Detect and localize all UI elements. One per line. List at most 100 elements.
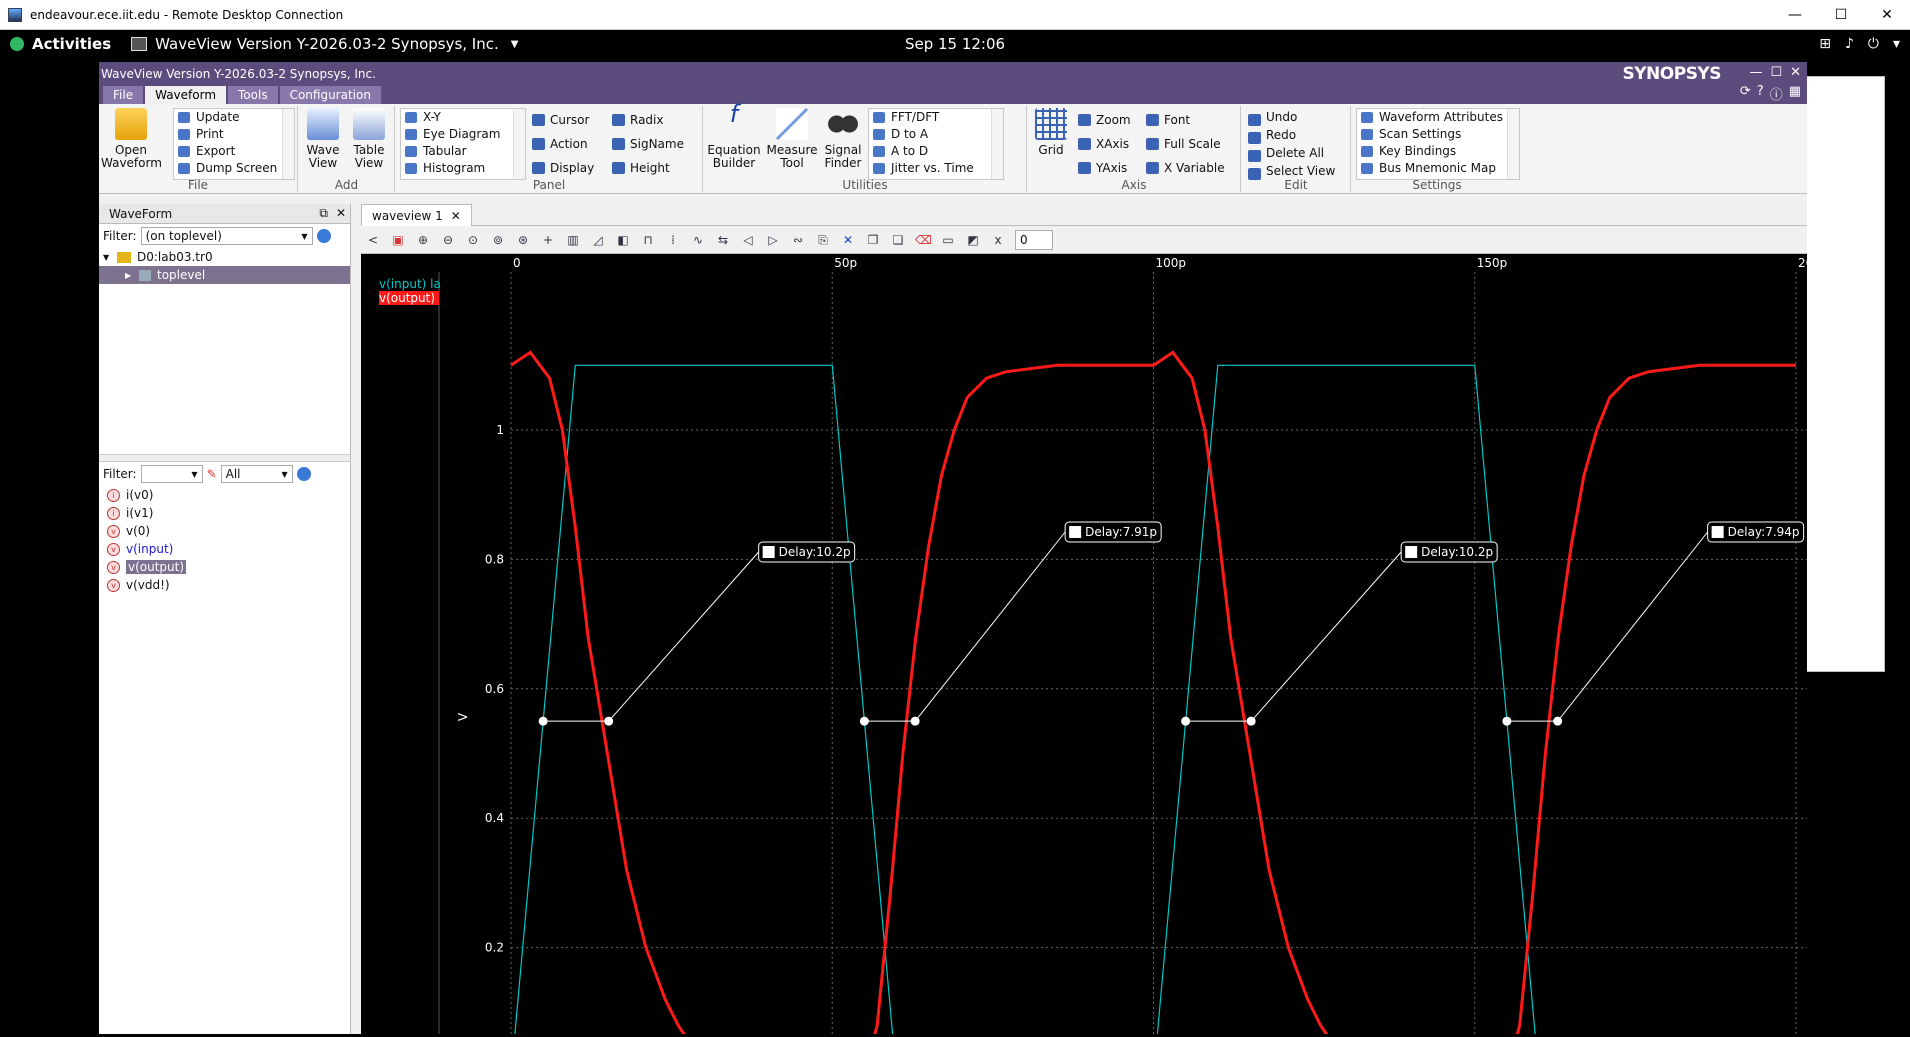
- frame-icon[interactable]: ▭: [940, 232, 956, 248]
- app-minimize-icon[interactable]: —: [1749, 65, 1762, 80]
- zoom-x-icon[interactable]: ⊚: [490, 232, 506, 248]
- app-menu-button[interactable]: WaveView Version Y-2026.03-2 Synopsys, I…: [155, 35, 499, 53]
- yaxis-button[interactable]: YAxis: [1076, 156, 1131, 180]
- action-button[interactable]: Action: [530, 132, 594, 156]
- update-item[interactable]: Update: [174, 109, 294, 126]
- file-list-scrollbar[interactable]: [282, 109, 294, 179]
- panel-list-scrollbar[interactable]: [513, 109, 525, 179]
- table-view-button[interactable]: Table View: [349, 108, 389, 170]
- snapshot-icon[interactable]: ⎘: [815, 232, 831, 248]
- system-tray[interactable]: ⊞ ♪ ⏻ ▾: [1819, 36, 1900, 52]
- eraser-icon[interactable]: ⌫: [915, 232, 932, 248]
- bars-icon[interactable]: ▥: [565, 232, 581, 248]
- grid-button[interactable]: Grid: [1032, 108, 1070, 157]
- menu-waveform[interactable]: Waveform: [145, 86, 227, 104]
- open-waveform-button[interactable]: Open Waveform: [101, 108, 162, 170]
- tabular-item[interactable]: Tabular: [401, 143, 525, 160]
- marker-icon[interactable]: ◧: [615, 232, 631, 248]
- x-variable-button[interactable]: X Variable: [1144, 156, 1225, 180]
- settings-list-scrollbar[interactable]: [1507, 109, 1519, 179]
- waveform-attributes-item[interactable]: Waveform Attributes: [1357, 109, 1519, 126]
- tree-collapse-icon[interactable]: ▶: [125, 271, 139, 280]
- measure-slope-icon[interactable]: ◿: [590, 232, 606, 248]
- minimize-button[interactable]: —: [1772, 0, 1818, 30]
- key-bindings-item[interactable]: Key Bindings: [1357, 143, 1519, 160]
- histogram-item[interactable]: Histogram: [401, 160, 525, 177]
- pulse-icon[interactable]: ⊓: [640, 232, 656, 248]
- signal-mode-select[interactable]: All ▼: [220, 465, 293, 483]
- signal-item[interactable]: v v(input): [99, 540, 350, 558]
- refresh-icon[interactable]: ⟳: [1740, 84, 1751, 103]
- delete-all-button[interactable]: Delete All: [1246, 144, 1335, 162]
- a-to-d-item[interactable]: A to D: [869, 143, 1003, 160]
- window-icon[interactable]: ◩: [965, 232, 981, 248]
- font-button[interactable]: Font: [1144, 108, 1225, 132]
- volume-icon[interactable]: ♪: [1845, 36, 1854, 52]
- zoom-in-icon[interactable]: ⊕: [415, 232, 431, 248]
- export-item[interactable]: Export: [174, 143, 294, 160]
- full-scale-button[interactable]: Full Scale: [1144, 132, 1225, 156]
- splitter[interactable]: [99, 454, 350, 462]
- help-icon[interactable]: ?: [1757, 84, 1764, 103]
- signal-item[interactable]: i i(v1): [99, 504, 350, 522]
- tray-chevron-icon[interactable]: ▾: [1893, 36, 1900, 52]
- app-menu-chevron-icon[interactable]: ▼: [511, 39, 519, 50]
- tab-close-icon[interactable]: ✕: [451, 209, 461, 223]
- power-icon[interactable]: ⏻: [1868, 36, 1879, 52]
- dump-screen-item[interactable]: Dump Screen: [174, 160, 294, 177]
- scan-settings-item[interactable]: Scan Settings: [1357, 126, 1519, 143]
- print-item[interactable]: Print: [174, 126, 294, 143]
- float-icon[interactable]: ⧉: [319, 206, 328, 221]
- signal-item[interactable]: i i(v0): [99, 486, 350, 504]
- zoom-out-icon[interactable]: ⊖: [440, 232, 456, 248]
- delete-x-icon[interactable]: ✕: [840, 232, 856, 248]
- bus-mnemonic-map-item[interactable]: Bus Mnemonic Map: [1357, 160, 1519, 177]
- display-button[interactable]: Display: [530, 156, 594, 180]
- info-icon[interactable]: ⓘ: [1770, 84, 1783, 103]
- tree-item-design[interactable]: ▼ D0:lab03.tr0: [99, 248, 350, 266]
- copy-icon[interactable]: ❐: [865, 232, 881, 248]
- utilities-list-scrollbar[interactable]: [991, 109, 1003, 179]
- tab-waveview-1[interactable]: waveview 1 ✕: [361, 204, 472, 226]
- wave-marker-icon[interactable]: ∿: [690, 232, 706, 248]
- xy-item[interactable]: X-Y: [401, 109, 525, 126]
- equation-builder-button[interactable]: f Equation Builder: [706, 102, 762, 170]
- tree-expand-icon[interactable]: ▼: [103, 253, 117, 262]
- signame-button[interactable]: SigName: [610, 132, 684, 156]
- pin-icon[interactable]: ✎: [207, 467, 217, 481]
- next-edge-icon[interactable]: ▷: [765, 232, 781, 248]
- height-button[interactable]: Height: [610, 156, 684, 180]
- xaxis-button[interactable]: XAxis: [1076, 132, 1131, 156]
- signal-item[interactable]: v v(output): [99, 558, 350, 576]
- maximize-button[interactable]: ☐: [1818, 0, 1864, 30]
- menu-file[interactable]: File: [103, 86, 144, 104]
- waveform-plot[interactable]: 050p100p150p200p00.20.40.60.81Vv(input) …: [361, 254, 1829, 1037]
- signal-settings-icon[interactable]: [296, 467, 311, 481]
- app-close-icon[interactable]: ✕: [1790, 65, 1801, 80]
- redo-button[interactable]: Redo: [1246, 126, 1335, 144]
- fit-icon[interactable]: ▣: [390, 232, 406, 248]
- measure-tool-button[interactable]: Measure Tool: [766, 108, 818, 170]
- jitter-vs-time-item[interactable]: Jitter vs. Time: [869, 160, 1003, 177]
- prev-edge-icon[interactable]: ◁: [740, 232, 756, 248]
- zoom-button[interactable]: Zoom: [1076, 108, 1131, 132]
- waveform-chart[interactable]: 050p100p150p200p00.20.40.60.81Vv(input) …: [361, 254, 1829, 1037]
- d-to-a-item[interactable]: D to A: [869, 126, 1003, 143]
- activities-button[interactable]: Activities: [32, 35, 111, 53]
- undo-button[interactable]: Undo: [1246, 108, 1335, 126]
- tree-item-toplevel[interactable]: ▶ toplevel: [99, 266, 350, 284]
- filter-settings-icon[interactable]: [316, 229, 331, 243]
- menu-tools[interactable]: Tools: [228, 86, 278, 104]
- app-restore-icon[interactable]: ☐: [1770, 65, 1782, 80]
- wave-view-button[interactable]: Wave View: [303, 108, 343, 170]
- zoom-y-icon[interactable]: ⊛: [515, 232, 531, 248]
- filter-combo[interactable]: (on toplevel) ▼: [140, 227, 313, 245]
- paste-icon[interactable]: ❏: [890, 232, 906, 248]
- signal-filter-input[interactable]: ▼: [140, 465, 203, 483]
- wave-search-icon[interactable]: ∾: [790, 232, 806, 248]
- zoom-box-icon[interactable]: ⊙: [465, 232, 481, 248]
- signal-item[interactable]: v v(vdd!): [99, 576, 350, 594]
- compare-icon[interactable]: ⇆: [715, 232, 731, 248]
- menu-configuration[interactable]: Configuration: [279, 86, 381, 104]
- dots-grid-icon[interactable]: ⁞: [665, 232, 681, 248]
